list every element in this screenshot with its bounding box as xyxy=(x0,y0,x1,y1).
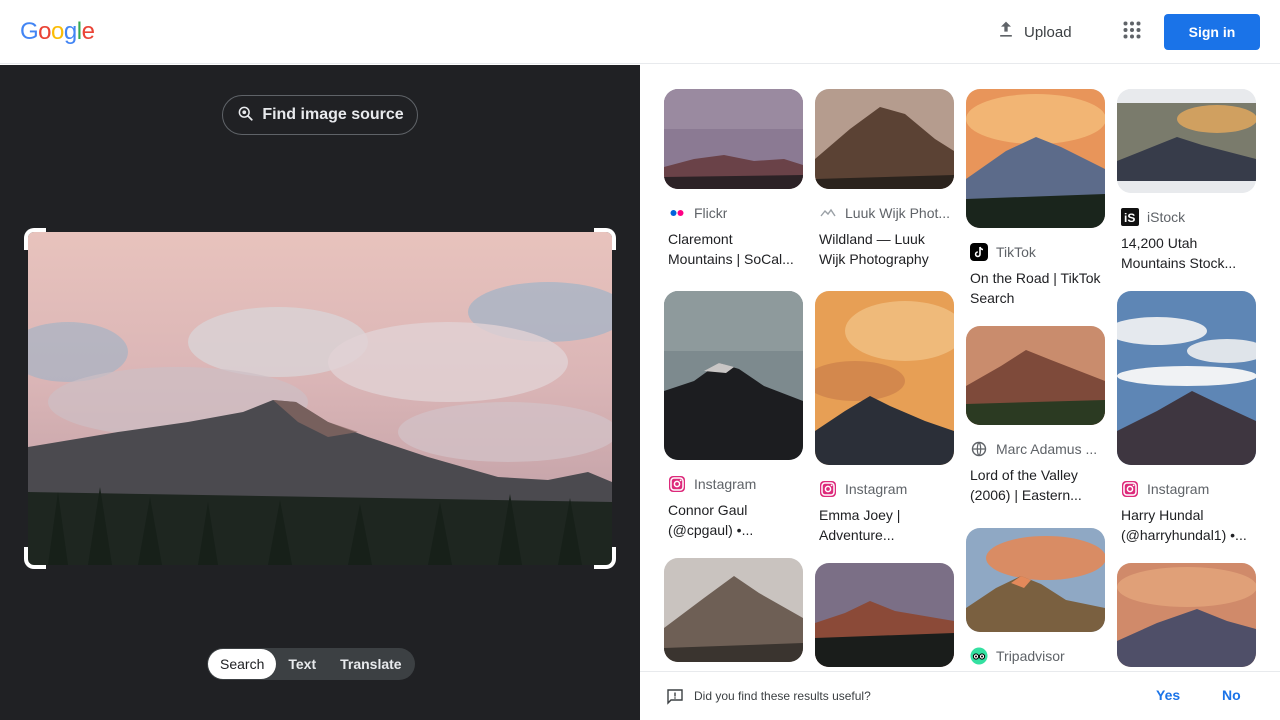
tab-text[interactable]: Text xyxy=(276,649,328,679)
result-source: Marc Adamus ... xyxy=(966,439,1105,459)
result-source: iS iStock xyxy=(1117,207,1256,227)
result-title: Emma Joey | Adventure... xyxy=(819,507,901,543)
result-thumbnail xyxy=(664,89,803,189)
result-title: Claremont Mountains | SoCal... xyxy=(668,231,794,267)
feedback-yes-button[interactable]: Yes xyxy=(1156,687,1180,703)
result-source-name: iStock xyxy=(1147,209,1186,225)
result-source: Instagram xyxy=(1117,479,1256,499)
instagram-icon xyxy=(668,475,686,493)
result-source-name: TikTok xyxy=(996,244,1036,260)
result-source: TikTok xyxy=(966,242,1105,262)
visual-matches-panel: Flickr Claremont Mountains | SoCal... In… xyxy=(640,65,1280,720)
result-card[interactable]: TikTok On the Road | TikTok Search xyxy=(966,89,1105,308)
result-title: Harry Hundal (@harryhundal1) •... xyxy=(1121,507,1247,543)
result-source-name: Instagram xyxy=(694,476,757,492)
result-card[interactable]: Instagram Harry Hundal (@harryhundal1) •… xyxy=(1117,291,1256,545)
result-thumbnail xyxy=(1117,291,1256,465)
result-thumbnail xyxy=(966,89,1105,228)
header: Google Upload Sign in xyxy=(0,0,1280,64)
result-source: Instagram xyxy=(664,474,803,494)
result-source-name: Flickr xyxy=(694,205,728,221)
result-thumbnail xyxy=(664,291,803,460)
flickr-icon xyxy=(668,204,686,222)
result-title: 14,200 Utah Mountains Stock... xyxy=(1121,235,1237,271)
luuk-wijk-icon xyxy=(819,204,837,222)
result-card[interactable]: Luuk Wijk Phot... Wildland — Luuk Wijk P… xyxy=(815,89,954,269)
result-title: Lord of the Valley (2006) | Eastern... xyxy=(970,467,1082,503)
result-source-name: Instagram xyxy=(1147,481,1210,497)
logo-letter-o1: o xyxy=(38,18,52,45)
find-image-source-label: Find image source xyxy=(262,106,404,123)
query-image xyxy=(28,232,612,565)
result-title: Connor Gaul (@cpgaul) •... xyxy=(668,502,754,538)
istock-icon: iS xyxy=(1121,208,1139,226)
tab-search[interactable]: Search xyxy=(208,649,277,679)
svg-text:iS: iS xyxy=(1124,211,1135,225)
crop-handle-bottom-right[interactable] xyxy=(594,547,616,569)
result-source-name: Luuk Wijk Phot... xyxy=(845,205,951,221)
result-card[interactable] xyxy=(1117,563,1256,667)
result-thumbnail xyxy=(1117,89,1256,193)
result-source-name: Instagram xyxy=(845,481,908,497)
result-thumbnail xyxy=(815,291,954,465)
result-title: Wildland — Luuk Wijk Photography xyxy=(819,231,929,267)
crop-selection[interactable] xyxy=(24,228,616,569)
instagram-icon xyxy=(1121,480,1139,498)
result-card[interactable] xyxy=(815,563,954,667)
tab-translate[interactable]: Translate xyxy=(328,649,413,679)
result-source: Instagram xyxy=(815,479,954,499)
crop-handle-bottom-left[interactable] xyxy=(24,547,46,569)
globe-icon xyxy=(970,440,988,458)
result-card[interactable]: Instagram Emma Joey | Adventure... xyxy=(815,291,954,545)
mode-tabs: Search Text Translate xyxy=(207,648,415,680)
result-thumbnail xyxy=(966,326,1105,425)
result-card[interactable]: Marc Adamus ... Lord of the Valley (2006… xyxy=(966,326,1105,505)
result-card[interactable]: Tripadvisor xyxy=(966,528,1105,666)
feedback-no-button[interactable]: No xyxy=(1222,687,1241,703)
instagram-icon xyxy=(819,480,837,498)
result-thumbnail xyxy=(815,563,954,667)
result-source: Luuk Wijk Phot... xyxy=(815,203,954,223)
result-thumbnail xyxy=(664,558,803,662)
find-image-source-button[interactable]: Find image source xyxy=(222,95,418,135)
crop-handle-top-right[interactable] xyxy=(594,228,616,250)
logo-letter-g1: G xyxy=(20,18,39,45)
apps-grid-icon xyxy=(1123,21,1141,44)
result-card[interactable]: iS iStock 14,200 Utah Mountains Stock... xyxy=(1117,89,1256,273)
result-card[interactable]: Flickr Claremont Mountains | SoCal... xyxy=(664,89,803,269)
result-source-name: Marc Adamus ... xyxy=(996,441,1098,457)
upload-button[interactable]: Upload xyxy=(986,16,1082,48)
upload-icon xyxy=(996,20,1016,44)
result-source-name: Tripadvisor xyxy=(996,648,1065,664)
google-logo[interactable]: Google xyxy=(20,18,95,46)
upload-label: Upload xyxy=(1024,23,1072,41)
logo-letter-e: e xyxy=(81,18,95,45)
result-thumbnail xyxy=(1117,563,1256,667)
logo-letter-o2: o xyxy=(51,18,64,45)
result-source: Tripadvisor xyxy=(966,646,1105,666)
apps-grid-button[interactable] xyxy=(1116,16,1148,48)
tiktok-icon xyxy=(970,243,988,261)
result-thumbnail xyxy=(815,89,954,189)
feedback-bar: Did you find these results useful? Yes N… xyxy=(640,671,1280,720)
result-card[interactable]: Instagram Connor Gaul (@cpgaul) •... xyxy=(664,291,803,540)
crop-handle-top-left[interactable] xyxy=(24,228,46,250)
result-source: Flickr xyxy=(664,203,803,223)
result-thumbnail xyxy=(966,528,1105,632)
result-title: On the Road | TikTok Search xyxy=(970,270,1101,306)
lens-search-icon xyxy=(236,104,254,127)
tripadvisor-icon xyxy=(970,647,988,665)
feedback-question: Did you find these results useful? xyxy=(694,689,871,703)
sign-in-button[interactable]: Sign in xyxy=(1164,14,1260,50)
feedback-icon xyxy=(666,688,684,706)
query-image-panel: Find image source Search Text Translate xyxy=(0,65,640,720)
logo-letter-g2: g xyxy=(63,18,77,45)
result-card[interactable] xyxy=(664,558,803,662)
